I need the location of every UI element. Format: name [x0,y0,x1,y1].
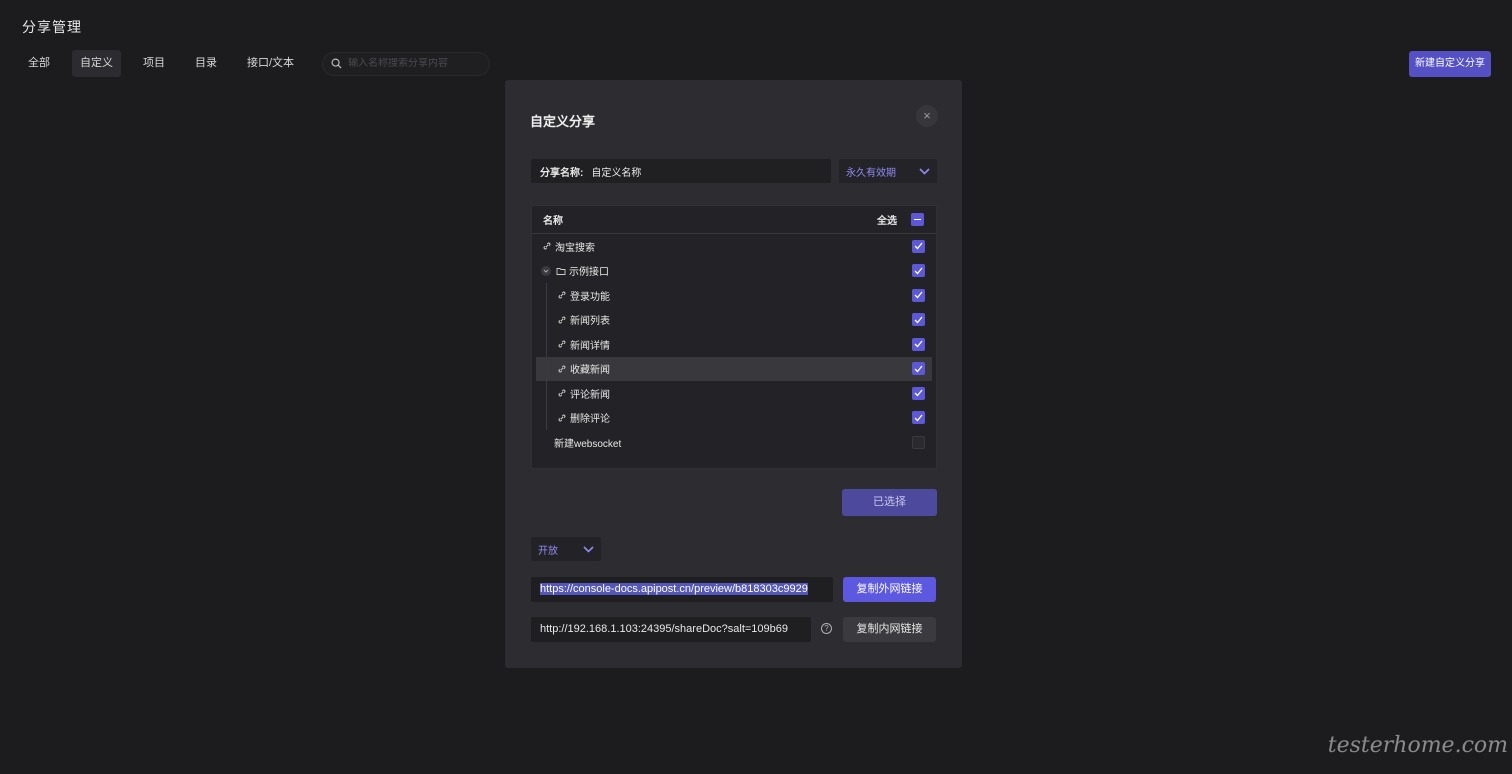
tree-item-checkbox[interactable] [912,337,925,351]
folder-icon [556,267,566,275]
external-link-value: https://console-docs.apipost.cn/preview/… [540,583,808,595]
external-link-field[interactable]: https://console-docs.apipost.cn/preview/… [531,577,833,602]
search-icon [331,58,342,69]
tree-item[interactable]: 新闻详情 [532,332,936,357]
copy-internal-link-button[interactable]: 复制内网链接 [843,617,936,642]
link-icon [558,389,566,397]
tab-project[interactable]: 项目 [135,50,173,77]
tree-item[interactable]: 删除评论 [532,405,936,430]
tree-item-checkbox[interactable] [912,386,925,400]
tree-item-checkbox[interactable] [912,288,925,302]
link-icon [543,242,551,250]
tree-item-checkbox[interactable] [912,435,925,449]
watermark: testerhome.com [1327,733,1508,758]
tree-item[interactable]: 登录功能 [532,283,936,308]
tree-header: 名称 全选 [532,206,936,234]
internal-link-field[interactable]: http://192.168.1.103:24395/shareDoc?salt… [531,617,811,642]
tree-item-checkbox[interactable] [912,411,925,425]
link-icon [558,316,566,324]
tree-item[interactable]: 淘宝搜索 [532,234,936,259]
tree-item-checkbox[interactable] [912,362,925,376]
tree-item[interactable]: 评论新闻 [532,381,936,406]
tab-all[interactable]: 全部 [20,50,58,77]
tab-directory[interactable]: 目录 [187,50,225,77]
name-column-header: 名称 [543,216,563,227]
access-value: 开放 [538,545,558,557]
tree-item[interactable]: 收藏新闻 [536,356,932,381]
link-icon [558,365,566,373]
search-box [322,51,491,76]
tree-item[interactable]: 新闻列表 [532,307,936,332]
tree-item-label: 登录功能 [570,291,610,303]
tree-item-checkbox[interactable] [912,264,925,278]
tree-item-label: 新闻列表 [570,316,610,328]
share-name-field[interactable]: 分享名称: 自定义名称 [531,159,831,183]
selected-button[interactable]: 已选择 [842,489,937,516]
tree-item-label: 评论新闻 [570,389,610,401]
page-title: 分享管理 [22,19,82,35]
tree-item[interactable]: 新建websocket [532,430,936,455]
tree-item-checkbox[interactable] [912,313,925,327]
expiry-select[interactable]: 永久有效期 [839,159,937,183]
share-tree: 名称 全选 淘宝搜索 示例接口 登录功能 新闻列表 新闻详情 收藏新闻 评论新闻… [531,205,937,469]
new-custom-share-button[interactable]: 新建自定义分享 [1409,51,1491,77]
chevron-down-icon [583,545,594,553]
tree-item[interactable]: 示例接口 [532,259,936,284]
tree-item-label: 新闻详情 [570,340,610,352]
access-select[interactable]: 开放 [531,537,601,561]
tree-item-label: 收藏新闻 [570,365,610,377]
tree-item-label: 新建websocket [554,438,622,450]
internal-link-value: http://192.168.1.103:24395/shareDoc?salt… [540,623,789,635]
share-name-label: 分享名称: [540,167,584,179]
tab-api-text[interactable]: 接口/文本 [239,50,302,77]
expiry-value: 永久有效期 [846,167,896,179]
share-name-value: 自定义名称 [591,167,642,179]
select-all-label: 全选 [877,216,897,227]
custom-share-modal: 自定义分享 × 分享名称: 自定义名称 永久有效期 名称 全选 淘宝搜索 示例接… [505,80,962,668]
link-icon [558,340,566,348]
search-input[interactable] [348,58,479,69]
select-all-checkbox[interactable] [911,213,924,226]
chevron-down-icon [919,167,930,175]
chevron-down-icon[interactable] [541,265,551,276]
link-icon [558,291,566,299]
link-icon [558,414,566,422]
filter-tabs: 全部 自定义 项目 目录 接口/文本 [20,50,491,77]
tree-item-label: 淘宝搜索 [555,242,595,254]
close-icon[interactable]: × [916,105,938,127]
modal-title: 自定义分享 [530,114,596,129]
tree-item-checkbox[interactable] [912,239,925,253]
tree-item-label: 删除评论 [570,414,610,426]
help-icon[interactable]: ? [821,623,832,634]
tree-item-label: 示例接口 [569,267,609,279]
copy-external-link-button[interactable]: 复制外网链接 [843,577,936,602]
tab-custom[interactable]: 自定义 [72,50,121,77]
